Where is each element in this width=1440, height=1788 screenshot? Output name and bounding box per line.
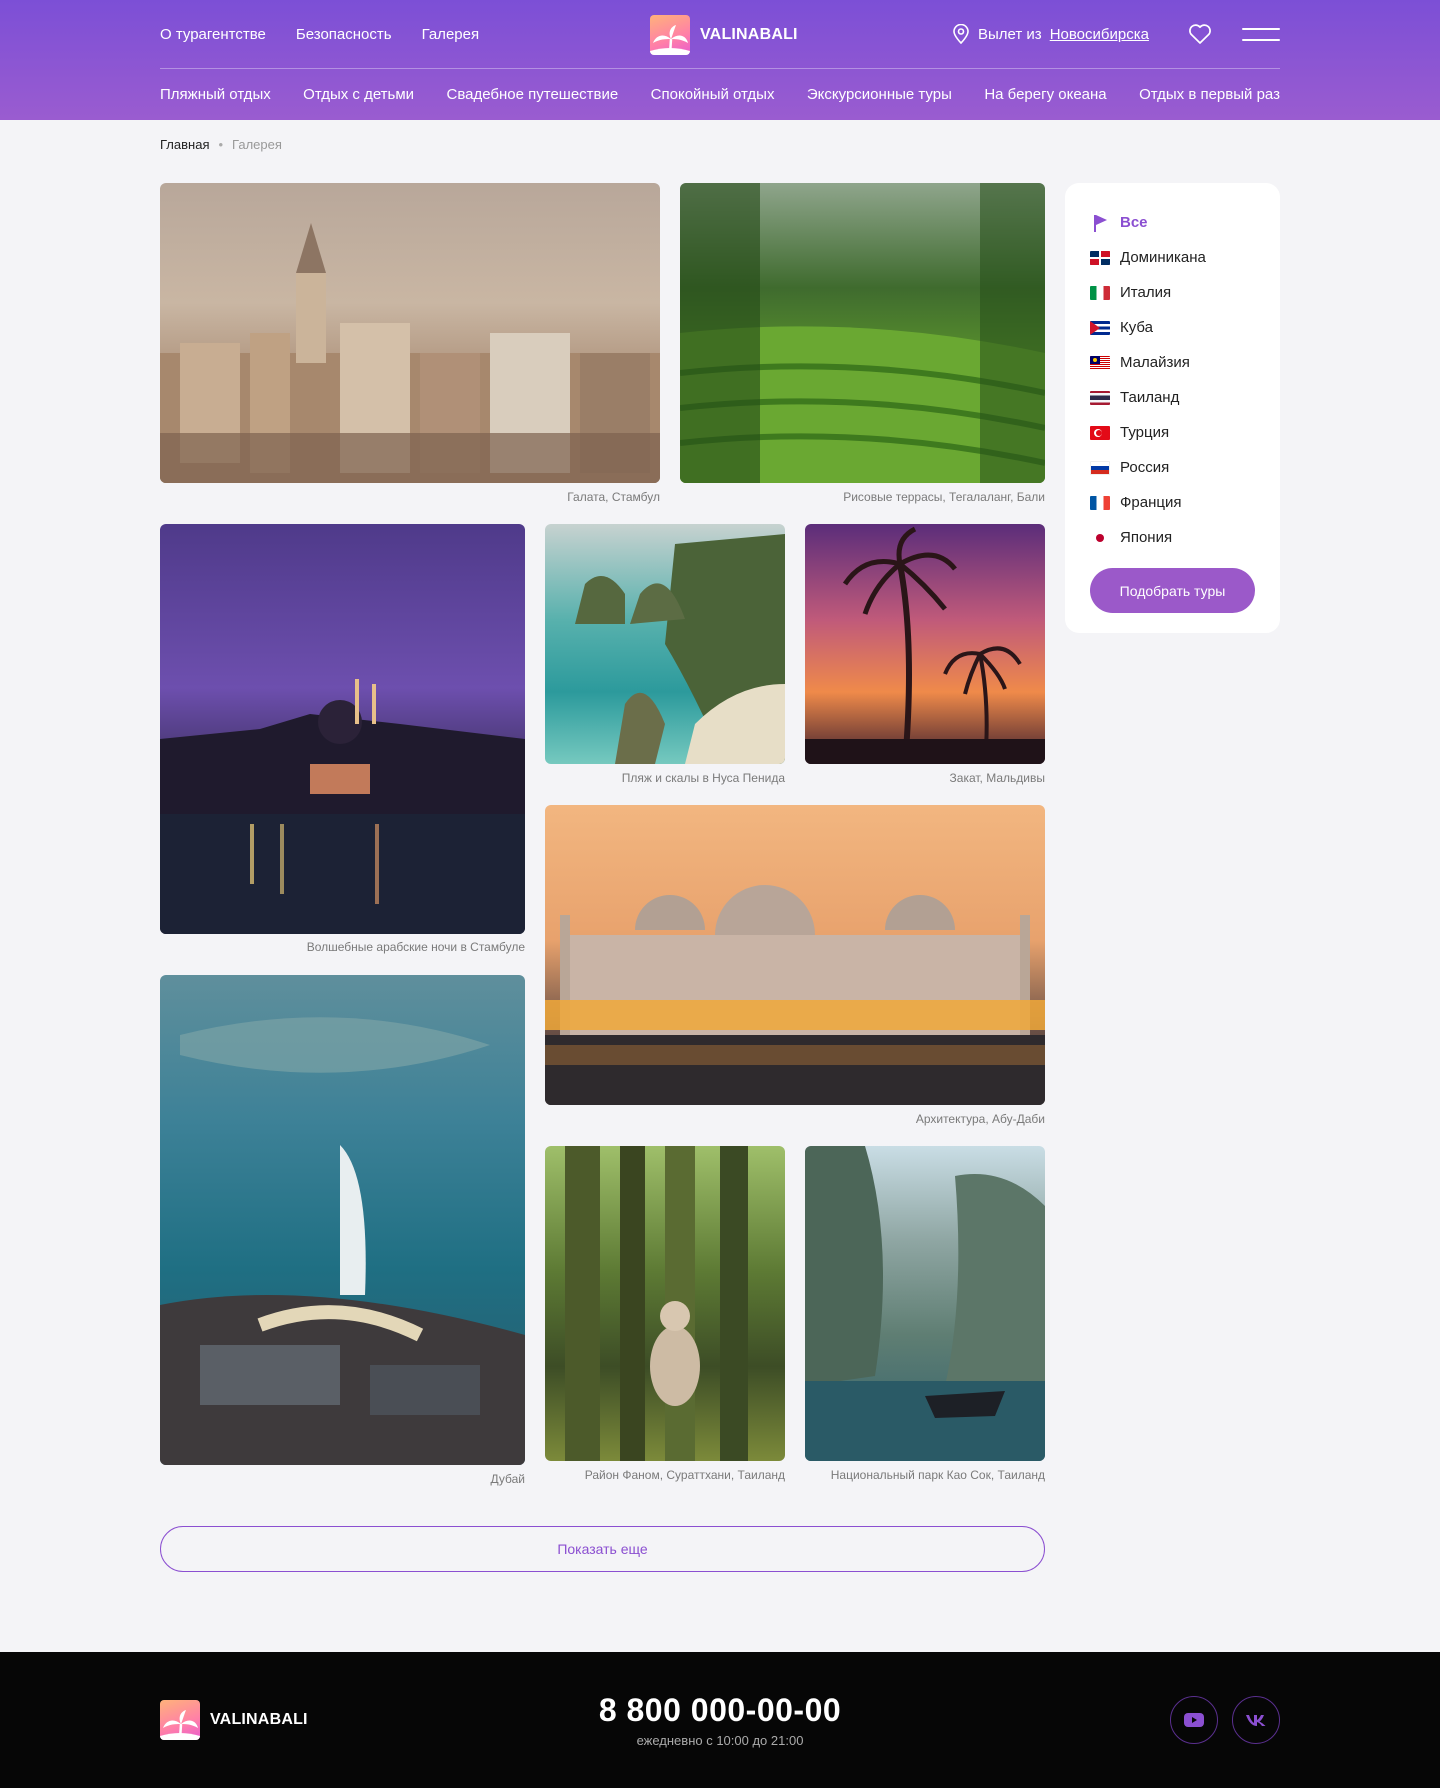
site-logo[interactable]: VALINABALI <box>650 15 798 55</box>
favorites-heart-icon[interactable] <box>1188 23 1212 50</box>
filter-item-label: Куба <box>1120 319 1153 336</box>
departure-prefix: Вылет из <box>978 25 1042 43</box>
site-footer: VALINABALI 8 800 000-00-00 ежедневно с 1… <box>0 1652 1440 1788</box>
gallery-photo-nusa-penida[interactable] <box>545 524 785 764</box>
gallery-caption: Рисовые террасы, Тегалаланг, Бали <box>843 490 1045 504</box>
footer-logo[interactable]: VALINABALI <box>160 1700 308 1740</box>
filter-item-label: Таиланд <box>1120 389 1180 406</box>
gallery-photo-maldives-sunset[interactable] <box>805 524 1045 764</box>
gallery-caption: Район Фаном, Сураттхани, Таиланд <box>584 1468 785 1482</box>
gallery-photo-rice-terraces[interactable] <box>680 183 1045 483</box>
category-first-time[interactable]: Отдых в первый раз <box>1139 86 1280 103</box>
filter-item-thailand[interactable]: Таиланд <box>1090 380 1280 415</box>
country-filter-list: Все Доминикана Италия Куба Малайзия Таил… <box>1090 205 1280 555</box>
filter-item-label: Россия <box>1120 459 1170 476</box>
palm-logo-icon <box>650 15 690 55</box>
footer-contact: 8 800 000-00-00 ежедневно с 10:00 до 21:… <box>520 1692 920 1748</box>
gallery-caption: Национальный парк Као Сок, Таиланд <box>830 1468 1045 1482</box>
filter-item-cuba[interactable]: Куба <box>1090 310 1280 345</box>
location-pin-icon <box>953 24 969 44</box>
footer-hours: ежедневно с 10:00 до 21:00 <box>636 1733 804 1748</box>
menu-burger-icon[interactable] <box>1242 24 1280 44</box>
breadcrumb-current: Галерея <box>232 137 282 152</box>
category-ocean[interactable]: На берегу океана <box>984 86 1106 103</box>
site-header: О турагентстве Безопасность Галерея VALI… <box>0 0 1440 120</box>
gallery-photo-abu-dhabi[interactable] <box>545 805 1045 1105</box>
gallery-caption: Пляж и скалы в Нуса Пенида <box>621 771 785 785</box>
palm-logo-icon <box>160 1700 200 1740</box>
flag-dominican-icon <box>1090 250 1110 265</box>
youtube-icon[interactable] <box>1170 1696 1218 1744</box>
filter-item-label: Доминикана <box>1120 249 1206 266</box>
gallery-photo-istanbul-night[interactable] <box>160 524 525 934</box>
flag-russia-icon <box>1090 460 1110 475</box>
footer-phone[interactable]: 8 800 000-00-00 <box>520 1692 920 1729</box>
header-top-bar: О турагентстве Безопасность Галерея VALI… <box>160 0 1280 69</box>
filter-item-dominican[interactable]: Доминикана <box>1090 240 1280 275</box>
filter-item-label: Франция <box>1120 494 1182 511</box>
filter-item-all[interactable]: Все <box>1090 205 1280 240</box>
filter-item-label: Япония <box>1120 529 1173 546</box>
footer-logo-text: VALINABALI <box>210 1711 308 1728</box>
filter-item-turkey[interactable]: Турция <box>1090 415 1280 450</box>
gallery-photo-khao-sok[interactable] <box>805 1146 1045 1461</box>
gallery-photo-phanom[interactable] <box>545 1146 785 1461</box>
filter-item-russia[interactable]: Россия <box>1090 450 1280 485</box>
breadcrumb-home[interactable]: Главная <box>160 137 209 152</box>
vk-icon[interactable] <box>1232 1696 1280 1744</box>
pick-tours-button[interactable]: Подобрать туры <box>1090 568 1255 613</box>
category-excursion[interactable]: Экскурсионные туры <box>807 86 952 103</box>
departure-city-link[interactable]: Новосибирска <box>1050 26 1149 43</box>
category-kids[interactable]: Отдых с детьми <box>303 86 414 103</box>
filter-item-malaysia[interactable]: Малайзия <box>1090 345 1280 380</box>
filter-item-label: Малайзия <box>1120 354 1190 371</box>
category-calm[interactable]: Спокойный отдых <box>651 86 775 103</box>
flag-turkey-icon <box>1090 425 1110 440</box>
filter-item-label: Все <box>1120 214 1148 231</box>
gallery-caption: Галата, Стамбул <box>567 490 660 504</box>
flag-icon <box>1094 214 1107 232</box>
departure-city: Вылет из Новосибирска <box>952 24 1149 44</box>
flag-japan-icon <box>1090 530 1110 545</box>
category-wedding[interactable]: Свадебное путешествие <box>447 86 619 103</box>
flag-france-icon <box>1090 495 1110 510</box>
flag-malaysia-icon <box>1090 355 1110 370</box>
category-beach[interactable]: Пляжный отдых <box>160 86 271 103</box>
flag-cuba-icon <box>1090 320 1110 335</box>
breadcrumb: Главная • Галерея <box>160 137 282 152</box>
filter-item-japan[interactable]: Япония <box>1090 520 1280 555</box>
gallery-caption: Архитектура, Абу-Даби <box>915 1112 1045 1126</box>
nav-link-safety[interactable]: Безопасность <box>296 26 392 43</box>
gallery-photo-galata[interactable] <box>160 183 660 483</box>
breadcrumb-separator: • <box>218 137 224 152</box>
nav-link-gallery[interactable]: Галерея <box>422 26 480 43</box>
filter-item-france[interactable]: Франция <box>1090 485 1280 520</box>
gallery-photo-dubai[interactable] <box>160 975 525 1465</box>
logo-text: VALINABALI <box>700 26 798 43</box>
show-more-button[interactable]: Показать еще <box>160 1526 1045 1572</box>
filter-item-italy[interactable]: Италия <box>1090 275 1280 310</box>
flag-thailand-icon <box>1090 390 1110 405</box>
country-filter-panel: Все Доминикана Италия Куба Малайзия Таил… <box>1065 183 1280 633</box>
filter-item-label: Турция <box>1120 424 1170 441</box>
nav-link-about[interactable]: О турагентстве <box>160 26 266 43</box>
gallery-caption: Закат, Мальдивы <box>949 771 1045 785</box>
gallery-caption: Волшебные арабские ночи в Стамбуле <box>306 940 525 954</box>
gallery-caption: Дубай <box>490 1472 526 1486</box>
flag-italy-icon <box>1090 285 1110 300</box>
filter-item-label: Италия <box>1120 284 1172 301</box>
top-nav: О турагентстве Безопасность Галерея <box>160 26 479 43</box>
category-nav: Пляжный отдых Отдых с детьми Свадебное п… <box>160 86 1280 103</box>
